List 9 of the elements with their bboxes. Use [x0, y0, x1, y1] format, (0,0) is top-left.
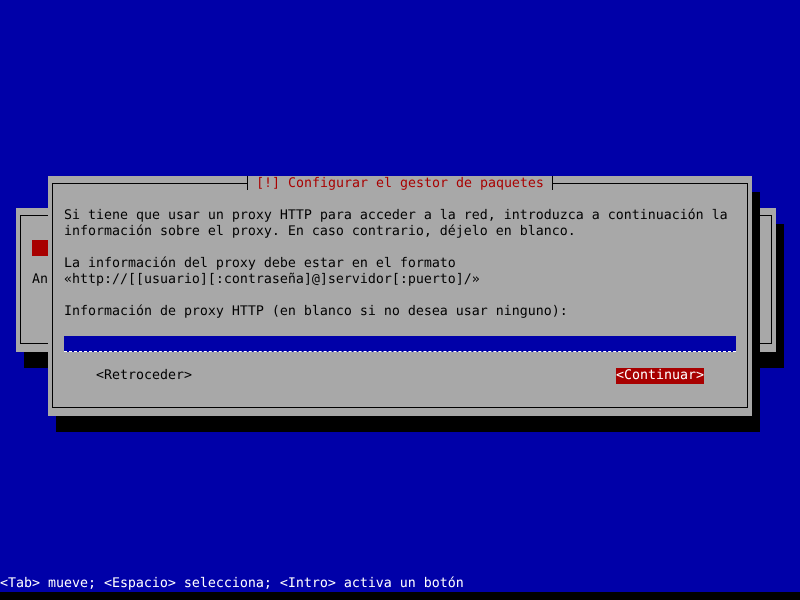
back-button[interactable]: <Retroceder> [96, 368, 192, 384]
dialog-text: An [32, 272, 48, 288]
dialog-title: [!] Configurar el gestor de paquetes [247, 176, 553, 190]
status-text: <Tab> mueve; <Espacio> selecciona; <Intro> activa un botón [0, 576, 465, 592]
dialog-text: La información del proxy debe estar en el formato «http://[[usuario][:contraseña]@]servidor[:puerto]/» [64, 256, 481, 288]
input-field[interactable] [64, 336, 736, 352]
dialog-text: Si tiene que usar un proxy HTTP para acceder a la red, introduzca a continuación la información sobre el proxy. En caso contrario, déjelo en blanco. [64, 208, 729, 240]
continue-button[interactable]: <Continuar> [616, 368, 704, 384]
dialog-text: Información de proxy HTTP (en blanco si no desea usar ninguno): [64, 304, 569, 320]
